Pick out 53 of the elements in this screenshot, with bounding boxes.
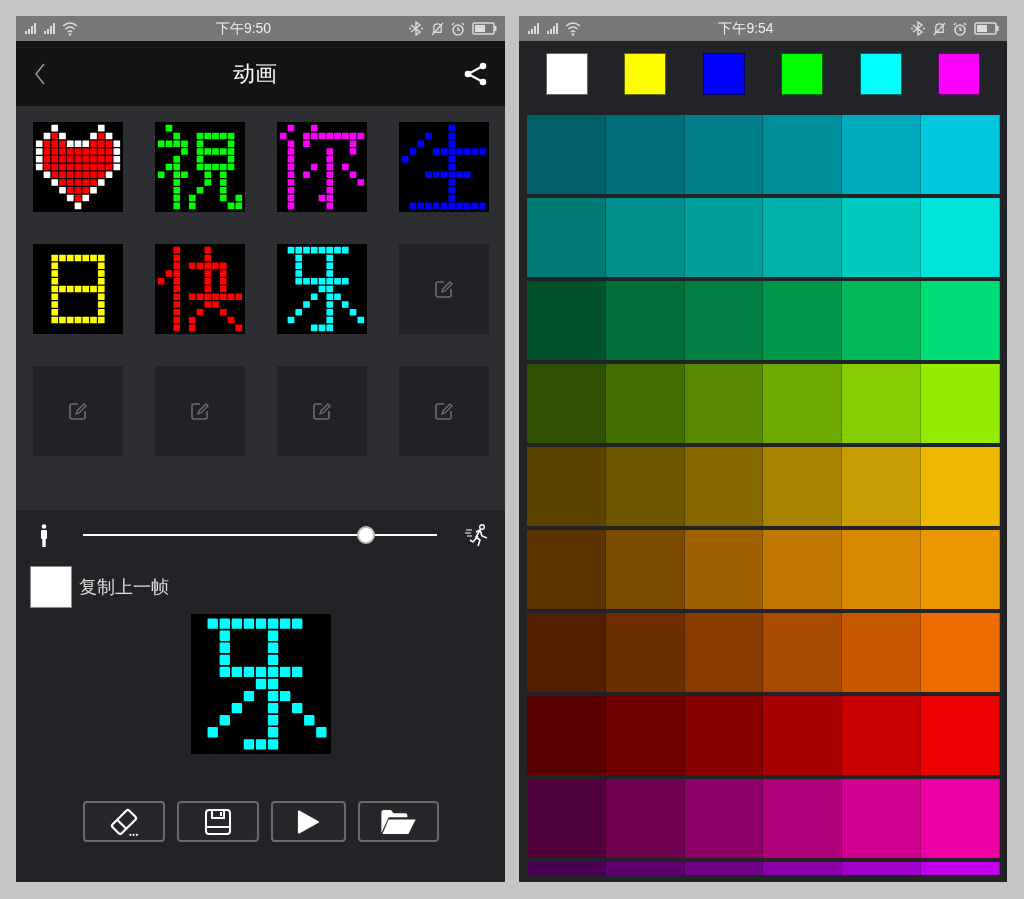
frame-preview-drawing[interactable] xyxy=(190,614,331,754)
empty-frame[interactable] xyxy=(155,366,245,456)
play-button[interactable] xyxy=(270,801,346,842)
color-swatch[interactable] xyxy=(702,52,745,95)
color-swatch[interactable] xyxy=(859,52,902,95)
muted-bell-icon xyxy=(431,21,444,36)
standing-person-icon xyxy=(40,523,48,547)
edit-icon xyxy=(434,401,454,421)
alarm-icon xyxy=(953,21,967,36)
color-swatch[interactable] xyxy=(546,52,588,95)
signal-icon xyxy=(43,22,56,35)
empty-frame[interactable] xyxy=(399,244,489,334)
wifi-icon xyxy=(565,21,581,36)
bluetooth-icon xyxy=(911,21,926,36)
erase-button[interactable] xyxy=(82,801,165,842)
muted-bell-icon xyxy=(933,21,946,36)
battery-icon xyxy=(472,22,497,35)
empty-frame[interactable] xyxy=(399,366,489,456)
color-swatch[interactable] xyxy=(937,52,980,95)
folder-icon xyxy=(380,808,416,835)
pixel-art-frame[interactable] xyxy=(33,244,123,334)
signal-icon xyxy=(24,22,37,35)
pixel-art-frame[interactable] xyxy=(33,122,123,212)
edit-icon xyxy=(190,401,210,421)
save-button[interactable] xyxy=(176,801,259,842)
battery-icon xyxy=(974,22,999,35)
wifi-icon xyxy=(62,21,78,36)
pixel-art-frame[interactable] xyxy=(155,122,245,212)
status-time: 下午9:54 xyxy=(718,19,774,38)
empty-frame[interactable] xyxy=(277,366,367,456)
open-button[interactable] xyxy=(357,801,439,842)
checkbox[interactable] xyxy=(30,566,72,608)
status-time: 下午9:50 xyxy=(215,19,272,38)
pixel-art-frame[interactable] xyxy=(277,122,367,212)
edit-icon xyxy=(434,279,454,299)
color-swatch[interactable] xyxy=(781,52,824,95)
slider-thumb[interactable] xyxy=(357,526,376,544)
signal-icon xyxy=(527,22,540,35)
edit-icon xyxy=(68,401,88,421)
back-icon[interactable] xyxy=(34,62,46,85)
alarm-icon xyxy=(451,21,465,36)
share-icon[interactable] xyxy=(464,61,487,86)
running-person-icon xyxy=(465,523,488,547)
edit-icon xyxy=(312,401,332,421)
play-icon xyxy=(296,808,320,835)
bluetooth-icon xyxy=(409,21,424,36)
pixel-art-frame[interactable] xyxy=(277,244,367,334)
speed-slider[interactable] xyxy=(83,526,437,544)
checkbox-label: 复制上一帧 xyxy=(79,575,169,599)
screen-title: 动画 xyxy=(233,60,277,88)
color-swatch[interactable] xyxy=(624,52,667,95)
empty-frame[interactable] xyxy=(33,366,123,456)
signal-icon xyxy=(546,22,559,35)
